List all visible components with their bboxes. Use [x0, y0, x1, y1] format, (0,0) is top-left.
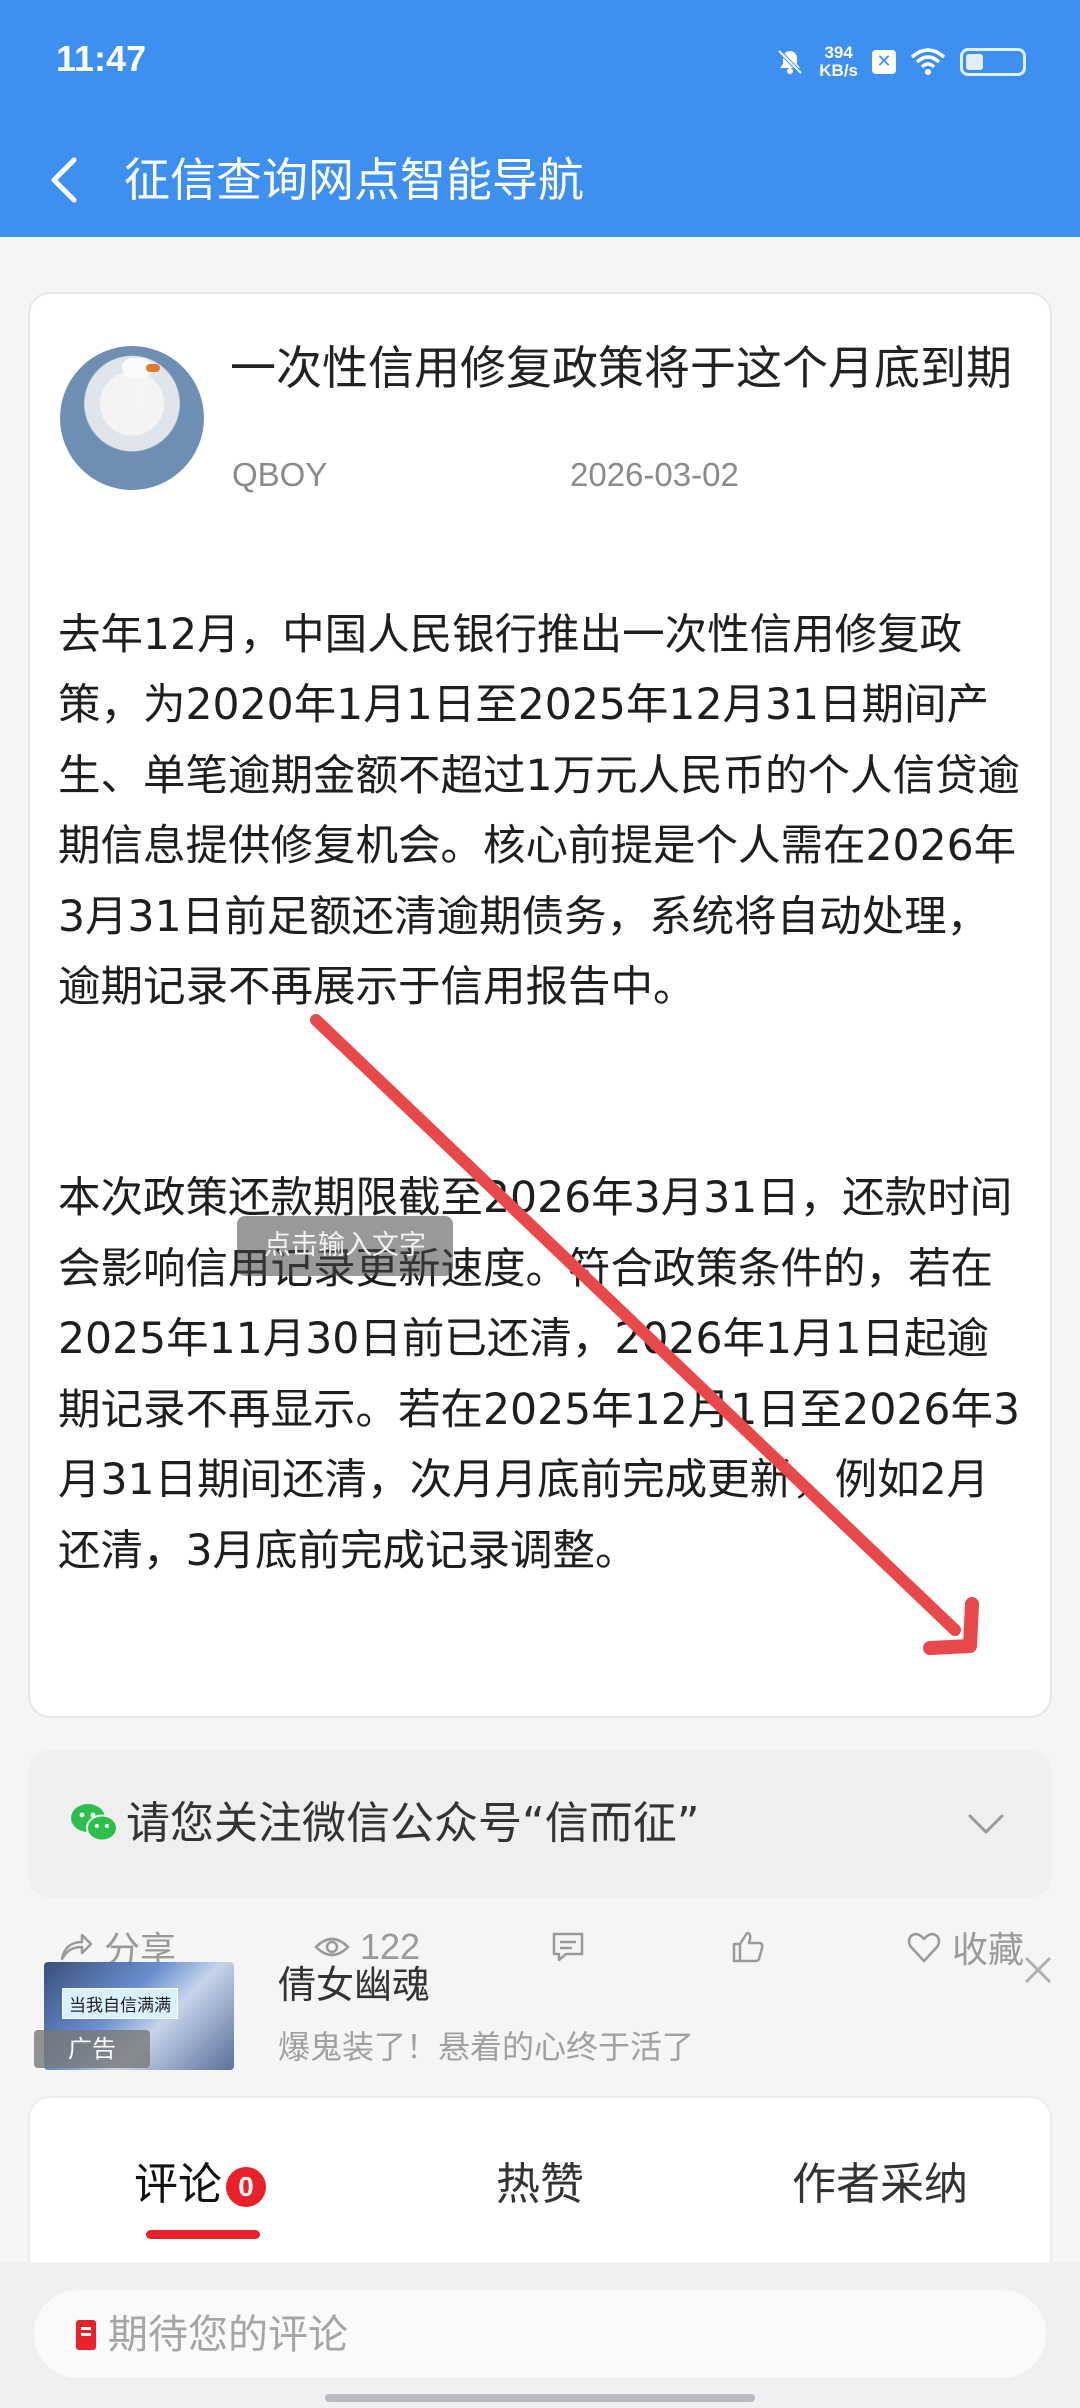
- tab-hot-likes[interactable]: 热赞: [496, 2148, 584, 2212]
- ad-subtitle[interactable]: 爆鬼装了！悬着的心终于活了: [278, 2022, 694, 2068]
- post-title: 一次性信用修复政策将于这个月底到期: [230, 341, 1012, 395]
- network-speed: 394 KB/s: [819, 44, 858, 80]
- tab-comments[interactable]: 评论 0: [134, 2148, 266, 2212]
- network-speed-value: 394: [824, 43, 853, 62]
- status-time: 11:47: [56, 38, 147, 79]
- tab-comments-label: 评论: [134, 2159, 222, 2210]
- post-paragraph: 去年12月，中国人民银行推出一次性信用修复政策，为2020年1月1日至2025年…: [58, 610, 1021, 1013]
- post-card: 一次性信用修复政策将于这个月底到期 QBOY 2026-03-02 去年12月，…: [28, 292, 1052, 1971]
- comment-count-badge: 0: [226, 2167, 266, 2207]
- post-author[interactable]: QBOY: [232, 456, 327, 494]
- input-text-tooltip[interactable]: 点击输入文字: [237, 1216, 453, 1276]
- wechat-icon: [71, 1804, 118, 1842]
- x-app-icon: ✕: [872, 50, 896, 74]
- page-title: 征信查询网点智能导航: [124, 153, 584, 207]
- home-indicator[interactable]: [325, 2394, 755, 2402]
- wechat-follow-banner[interactable]: 请您关注微信公众号“信而征”: [28, 1750, 1052, 1898]
- network-speed-unit: KB/s: [819, 61, 858, 80]
- battery-fill: [966, 54, 983, 70]
- post-paragraph: 本次政策还款期限截至2026年3月31日，还款时间会影响信用记录更新速度。符合政…: [58, 1174, 1020, 1576]
- wechat-follow-text: 请您关注微信公众号“信而征”: [126, 1798, 700, 1849]
- status-bar: 11:47 394 KB/s ✕: [0, 0, 1080, 125]
- author-avatar[interactable]: [60, 346, 204, 490]
- active-tab-indicator: [146, 2230, 260, 2239]
- avatar-swan-beak: [146, 364, 160, 372]
- chevron-left-icon[interactable]: [40, 145, 100, 215]
- battery-icon: [960, 48, 1026, 76]
- comment-tabs: 评论 0 热赞 作者采纳: [28, 2096, 1052, 2262]
- comment-box[interactable]: [34, 2290, 1046, 2378]
- status-icons: 394 KB/s ✕: [775, 38, 1026, 86]
- ad-card[interactable]: 当我自信满满 广告 倩女幽魂 爆鬼装了！悬着的心终于活了: [0, 1930, 1080, 2100]
- ad-title[interactable]: 倩女幽魂: [278, 1954, 430, 2009]
- pencil-note-icon: [76, 2320, 96, 2350]
- ad-thumbnail-caption: 当我自信满满: [62, 1988, 178, 2019]
- wifi-icon: [910, 48, 946, 75]
- mute-bell-icon: [777, 49, 803, 75]
- bottom-bar: [0, 2262, 1080, 2408]
- post-body: 去年12月，中国人民银行推出一次性信用修复政策，为2020年1月1日至2025年…: [58, 530, 1030, 1658]
- comment-input[interactable]: [106, 2300, 1010, 2370]
- chevron-down-icon[interactable]: [964, 1804, 1008, 1844]
- app-bar: 征信查询网点智能导航: [0, 125, 1080, 237]
- close-icon[interactable]: [1018, 1950, 1058, 1990]
- ad-badge: 广告: [34, 2030, 150, 2068]
- post-date: 2026-03-02: [570, 456, 739, 493]
- tab-author-adopted[interactable]: 作者采纳: [792, 2148, 968, 2212]
